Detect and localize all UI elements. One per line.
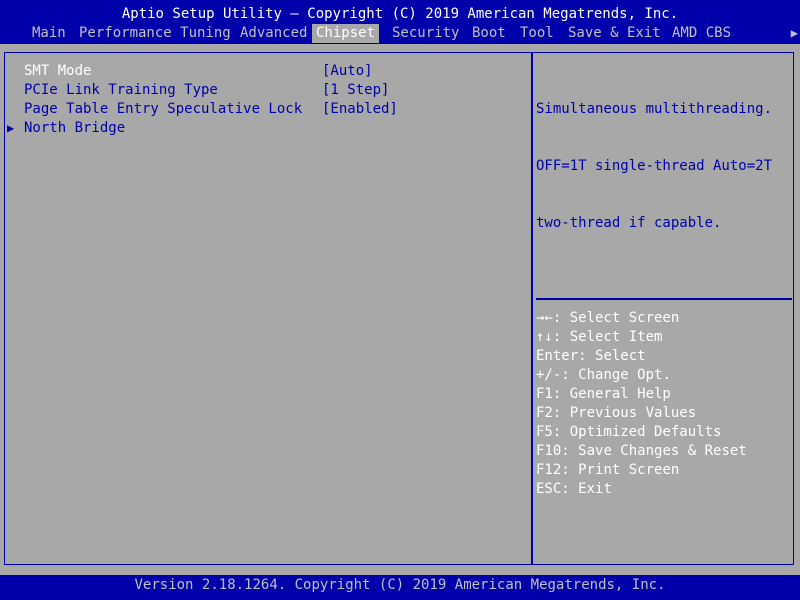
key-legend: →←: Select Screen ↑↓: Select Item Enter:… xyxy=(536,309,791,499)
tab-save-exit[interactable]: Save & Exit xyxy=(564,24,665,43)
tab-performance-tuning[interactable]: Performance Tuning xyxy=(75,24,235,43)
option-value[interactable]: [Enabled] xyxy=(322,100,398,119)
help-panel: Simultaneous multithreading. OFF=1T sing… xyxy=(536,62,791,271)
key-row: →←: Select Screen xyxy=(536,309,791,328)
footer-version: Version 2.18.1264. Copyright (C) 2019 Am… xyxy=(134,577,666,593)
tab-amd-cbs[interactable]: AMD CBS xyxy=(668,24,735,43)
option-label: Page Table Entry Speculative Lock xyxy=(24,101,303,117)
option-label: SMT Mode xyxy=(24,63,92,79)
submenu-arrow-icon: ▶ xyxy=(7,121,15,135)
tab-advanced[interactable]: Advanced xyxy=(236,24,311,43)
option-smt-mode[interactable]: SMT Mode [Auto] xyxy=(24,62,524,81)
key-desc: : Previous Values xyxy=(552,405,697,421)
key-row: ↑↓: Select Item xyxy=(536,328,791,347)
key-desc: : Select Item xyxy=(552,329,663,345)
option-value[interactable]: [Auto] xyxy=(322,62,373,81)
key-name: F1 xyxy=(536,386,553,402)
key-row: +/-: Change Opt. xyxy=(536,366,791,385)
key-name: F10 xyxy=(536,443,562,459)
help-line: Simultaneous multithreading. xyxy=(536,101,773,117)
key-row: F5: Optimized Defaults xyxy=(536,423,791,442)
key-desc: : Select xyxy=(578,348,646,364)
key-row: F10: Save Changes & Reset xyxy=(536,442,791,461)
option-value[interactable]: [1 Step] xyxy=(322,81,389,100)
help-line: two-thread if capable. xyxy=(536,215,722,231)
option-pcie-link-training-type[interactable]: PCIe Link Training Type [1 Step] xyxy=(24,81,524,100)
key-name: ↑↓ xyxy=(536,329,553,345)
key-name: F2 xyxy=(536,405,553,421)
key-desc: : Exit xyxy=(561,481,612,497)
submenu-north-bridge[interactable]: ▶ North Bridge xyxy=(7,119,524,138)
tab-tool[interactable]: Tool xyxy=(516,24,558,43)
key-desc: : Select Screen xyxy=(552,310,680,326)
key-row: ESC: Exit xyxy=(536,480,791,499)
key-desc: : Change Opt. xyxy=(561,367,671,383)
key-name: Enter xyxy=(536,348,579,364)
right-arrow-icon[interactable]: ▶ xyxy=(791,24,798,43)
tab-chipset[interactable]: Chipset xyxy=(312,24,380,43)
tab-boot[interactable]: Boot xyxy=(468,24,510,43)
option-label: PCIe Link Training Type xyxy=(24,82,218,98)
main-panel: SMT Mode [Auto] PCIe Link Training Type … xyxy=(0,44,800,575)
key-row: Enter: Select xyxy=(536,347,791,366)
vertical-divider xyxy=(531,52,533,565)
help-line: OFF=1T single-thread Auto=2T xyxy=(536,158,773,174)
title-bar: Aptio Setup Utility – Copyright (C) 2019… xyxy=(121,6,679,22)
key-name: ESC xyxy=(536,481,562,497)
key-row: F2: Previous Values xyxy=(536,404,791,423)
key-desc: : General Help xyxy=(552,386,671,402)
key-desc: : Save Changes & Reset xyxy=(561,443,747,459)
key-name: +/- xyxy=(536,367,562,383)
option-page-table-entry-speculative-lock[interactable]: Page Table Entry Speculative Lock [Enabl… xyxy=(24,100,524,119)
key-row: F12: Print Screen xyxy=(536,461,791,480)
menu-bar: Main Performance Tuning Advanced Chipset… xyxy=(0,24,800,43)
key-name: F12 xyxy=(536,462,562,478)
key-name: F5 xyxy=(536,424,553,440)
option-label: North Bridge xyxy=(24,120,126,136)
tab-security[interactable]: Security xyxy=(388,24,463,43)
key-desc: : Print Screen xyxy=(561,462,680,478)
key-name: →← xyxy=(536,310,553,326)
tab-main[interactable]: Main xyxy=(28,24,70,43)
horizontal-divider xyxy=(536,298,792,300)
key-row: F1: General Help xyxy=(536,385,791,404)
key-desc: : Optimized Defaults xyxy=(552,424,722,440)
